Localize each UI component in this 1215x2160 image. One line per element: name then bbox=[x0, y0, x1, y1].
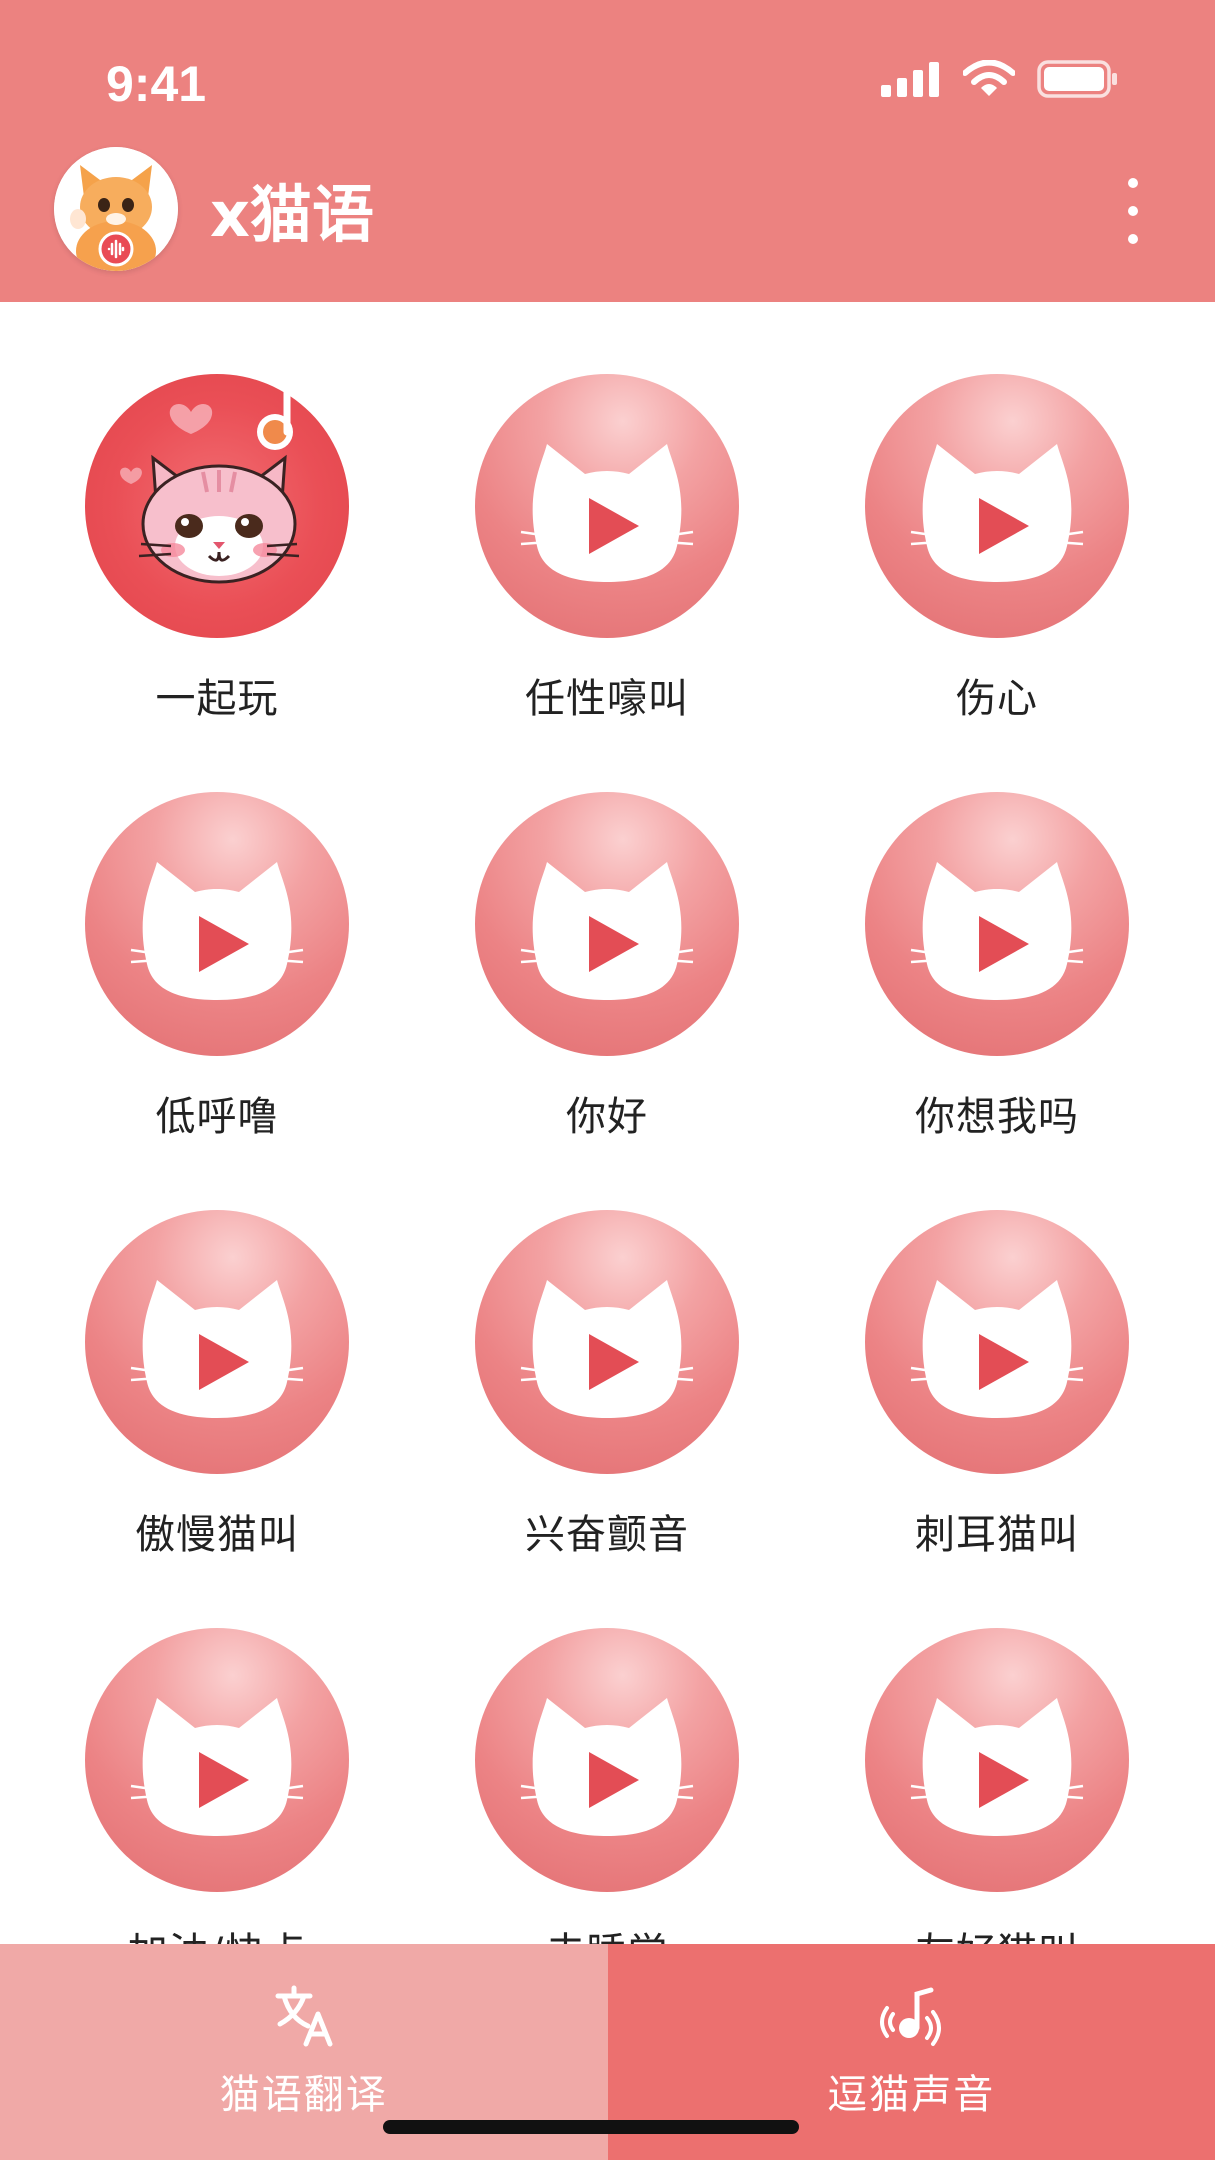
sound-circle[interactable] bbox=[865, 1210, 1129, 1474]
app-avatar[interactable] bbox=[54, 147, 178, 271]
cat-play-icon bbox=[520, 1698, 694, 1836]
cat-play-icon bbox=[130, 862, 304, 1000]
cat-play-icon bbox=[910, 1280, 1084, 1418]
sound-label: 一起玩 bbox=[155, 676, 279, 722]
sound-tile[interactable]: 任性嚎叫 bbox=[452, 302, 752, 722]
cat-play-icon bbox=[520, 444, 694, 582]
sound-tile[interactable]: 伤心 bbox=[842, 302, 1142, 722]
cat-play-icon bbox=[130, 1698, 304, 1836]
sound-tile[interactable]: 低呼噜 bbox=[62, 720, 362, 1140]
sound-circle[interactable] bbox=[85, 1628, 349, 1892]
sound-tile[interactable]: 加油/快点 bbox=[62, 1556, 362, 1944]
more-menu-button[interactable] bbox=[1121, 178, 1145, 244]
home-indicator bbox=[383, 2120, 799, 2134]
sound-tile[interactable]: 刺耳猫叫 bbox=[842, 1138, 1142, 1558]
sound-circle-active[interactable] bbox=[85, 374, 349, 638]
sound-label: 伤心 bbox=[956, 676, 1038, 722]
sound-tile[interactable]: 兴奋颤音 bbox=[452, 1138, 752, 1558]
more-dot-icon bbox=[1128, 206, 1138, 216]
cat-play-icon bbox=[910, 862, 1084, 1000]
sound-label: 你想我吗 bbox=[915, 1094, 1079, 1140]
wifi-icon bbox=[963, 60, 1015, 96]
sound-circle[interactable] bbox=[865, 374, 1129, 638]
sound-label: 去睡觉 bbox=[452, 1920, 762, 1944]
cat-play-icon bbox=[910, 1698, 1084, 1836]
translate-icon bbox=[275, 1985, 333, 2047]
battery-icon bbox=[1037, 60, 1117, 98]
app-header: 9:41 x猫语 bbox=[0, 0, 1215, 302]
sound-tile[interactable]: 一起玩 bbox=[62, 302, 362, 722]
sound-circle[interactable] bbox=[865, 792, 1129, 1056]
sound-label: 低呼噜 bbox=[155, 1094, 279, 1140]
tab-label: 猫语翻译 bbox=[219, 2072, 388, 2118]
sound-label: 兴奋颤音 bbox=[525, 1512, 689, 1558]
cat-logo-icon bbox=[54, 147, 178, 271]
sound-circle[interactable] bbox=[475, 1628, 739, 1892]
cute-cat-icon bbox=[120, 376, 309, 584]
sound-circle[interactable] bbox=[475, 1210, 739, 1474]
cat-play-icon bbox=[130, 1280, 304, 1418]
sound-circle[interactable] bbox=[85, 792, 349, 1056]
more-dot-icon bbox=[1128, 234, 1138, 244]
sound-label: 傲慢猫叫 bbox=[135, 1512, 299, 1558]
sound-circle[interactable] bbox=[475, 792, 739, 1056]
music-sound-icon bbox=[880, 1987, 942, 2046]
sound-circle[interactable] bbox=[85, 1210, 349, 1474]
sound-tile[interactable]: 你好 bbox=[452, 720, 752, 1140]
sound-tile[interactable]: 友好猫叫 bbox=[842, 1556, 1142, 1944]
sound-tile[interactable]: 傲慢猫叫 bbox=[62, 1138, 362, 1558]
status-icons bbox=[881, 58, 1119, 100]
sound-label: 任性嚎叫 bbox=[525, 676, 689, 722]
more-dot-icon bbox=[1128, 178, 1138, 188]
cat-play-icon bbox=[520, 1280, 694, 1418]
sound-label: 加油/快点 bbox=[62, 1920, 372, 1944]
cat-play-icon bbox=[520, 862, 694, 1000]
status-time: 9:41 bbox=[106, 56, 207, 112]
app-title: x猫语 bbox=[210, 178, 374, 251]
sound-tile[interactable]: 你想我吗 bbox=[842, 720, 1142, 1140]
sound-grid: 一起玩 任性嚎叫 伤心 低呼噜 你好 你想我吗 傲慢猫叫 兴奋颤音 刺耳猫叫 bbox=[0, 302, 1215, 1944]
title-row: x猫语 bbox=[54, 146, 374, 272]
sound-label: 刺耳猫叫 bbox=[915, 1512, 1079, 1558]
tab-label: 逗猫声音 bbox=[827, 2072, 996, 2118]
signal-icon bbox=[881, 62, 939, 97]
sound-label: 你好 bbox=[566, 1094, 648, 1140]
sound-circle[interactable] bbox=[475, 374, 739, 638]
sound-circle[interactable] bbox=[865, 1628, 1129, 1892]
cat-play-icon bbox=[910, 444, 1084, 582]
sound-label: 友好猫叫 bbox=[842, 1920, 1152, 1944]
sound-tile[interactable]: 去睡觉 bbox=[452, 1556, 752, 1944]
